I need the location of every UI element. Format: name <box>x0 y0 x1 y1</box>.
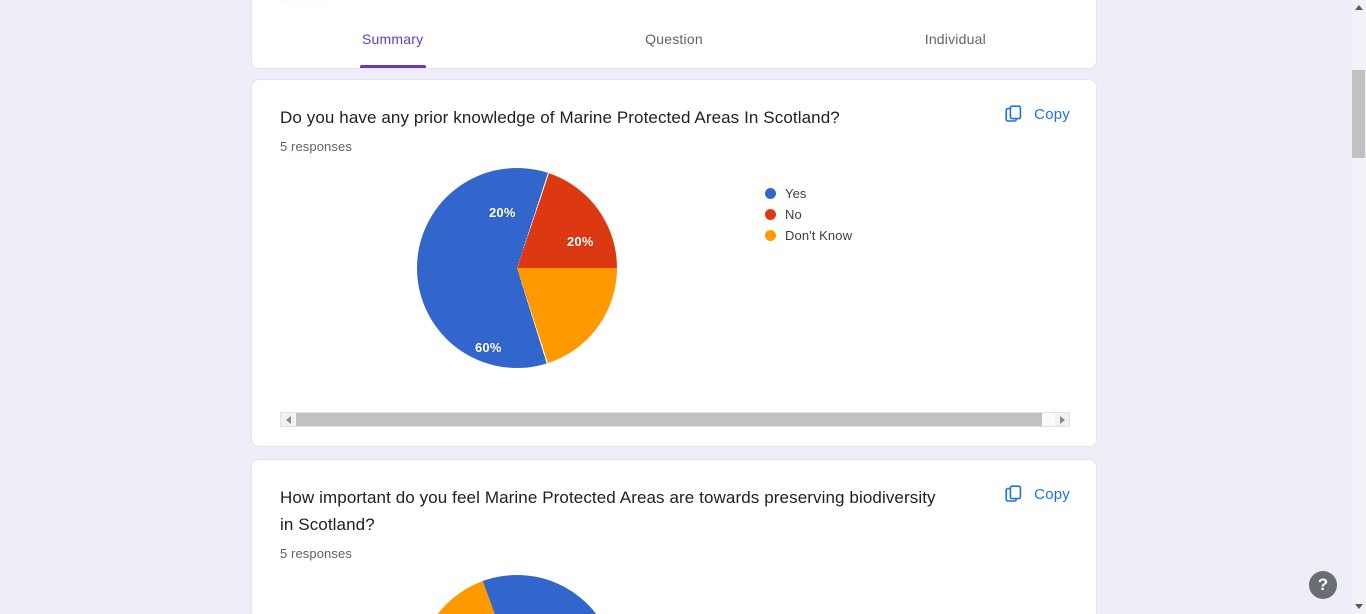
tab-individual-label: Individual <box>925 31 986 47</box>
scroll-down-arrow-icon[interactable] <box>1351 599 1366 614</box>
copy-label-2: Copy <box>1034 486 1070 503</box>
scroll-left-arrow-icon[interactable] <box>281 413 295 426</box>
question-2-header: How important do you feel Marine Protect… <box>252 460 1096 561</box>
question-card-1: Do you have any prior knowledge of Marin… <box>251 79 1097 447</box>
copy-icon <box>1004 104 1024 124</box>
copy-label-1: Copy <box>1034 106 1070 123</box>
question-1-title: Do you have any prior knowledge of Marin… <box>280 104 940 131</box>
legend-item-dont-know[interactable]: Don't Know <box>765 225 852 246</box>
question-2-chart-area: Very Important <box>252 575 1096 614</box>
legend-dot-yes <box>765 188 776 199</box>
copy-icon <box>1004 484 1024 504</box>
legend-item-no[interactable]: No <box>765 204 852 225</box>
pie-chart-1[interactable]: 60% 20% 20% <box>417 168 617 368</box>
pie-slice-label-yes: 60% <box>475 340 502 355</box>
legend-label-dont-know: Don't Know <box>785 228 852 243</box>
page-viewport: Marine Summary Question Individual Do yo… <box>0 0 1351 614</box>
tabs-card: Marine Summary Question Individual <box>251 0 1097 69</box>
help-button[interactable]: ? <box>1309 571 1337 599</box>
form-title-cutoff: Marine <box>280 0 328 8</box>
question-1-header: Do you have any prior knowledge of Marin… <box>252 80 1096 154</box>
copy-chart-button-2[interactable]: Copy <box>1004 484 1070 504</box>
legend-label-yes: Yes <box>785 186 807 201</box>
page-scroll-thumb[interactable] <box>1352 70 1365 158</box>
question-2-response-count: 5 responses <box>280 546 1068 561</box>
copy-chart-button-1[interactable]: Copy <box>1004 104 1070 124</box>
pie-chart-1-legend: Yes No Don't Know <box>765 183 852 246</box>
chart-scroll-track[interactable] <box>295 413 1055 426</box>
page-vertical-scrollbar[interactable] <box>1351 0 1366 614</box>
question-1-chart-area: 60% 20% 20% Yes No Don't Know <box>252 168 1096 378</box>
legend-label-no: No <box>785 207 802 222</box>
tab-question-label: Question <box>645 31 703 47</box>
chart-horizontal-scrollbar[interactable] <box>280 412 1070 427</box>
response-view-tabs: Summary Question Individual <box>252 8 1096 68</box>
question-2-title: How important do you feel Marine Protect… <box>280 484 940 538</box>
scroll-up-arrow-icon[interactable] <box>1351 0 1366 15</box>
question-1-response-count: 5 responses <box>280 139 1068 154</box>
legend-item-yes[interactable]: Yes <box>765 183 852 204</box>
tab-individual[interactable]: Individual <box>815 8 1096 68</box>
tab-question[interactable]: Question <box>533 8 814 68</box>
pie-slice-label-dunno: 20% <box>567 234 594 249</box>
pie-slice-label-no: 20% <box>489 205 516 220</box>
tab-summary[interactable]: Summary <box>252 8 533 68</box>
chart-scroll-thumb[interactable] <box>296 413 1042 426</box>
legend-dot-dont-know <box>765 230 776 241</box>
question-card-2: How important do you feel Marine Protect… <box>251 459 1097 614</box>
scroll-right-arrow-icon[interactable] <box>1055 413 1069 426</box>
help-icon: ? <box>1318 575 1328 595</box>
pie-chart-2[interactable] <box>417 575 617 614</box>
tab-summary-label: Summary <box>362 31 423 47</box>
legend-dot-no <box>765 209 776 220</box>
